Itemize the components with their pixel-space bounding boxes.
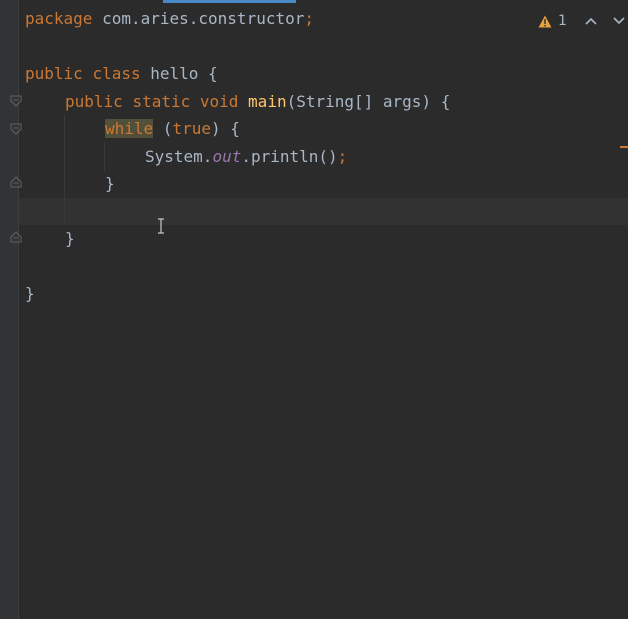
text-cursor-icon (156, 218, 166, 234)
code-line-4: public static void main(String[] args) { (65, 92, 451, 111)
code-line-5: while (true) { (105, 119, 240, 138)
chevron-up-icon[interactable] (585, 17, 597, 25)
error-stripe-marker[interactable] (620, 146, 628, 148)
indent-guide (64, 115, 65, 223)
code-line-1: package com.aries.constructor; (25, 9, 314, 28)
editor-gutter[interactable] (0, 0, 22, 619)
code-line-7: } (105, 174, 115, 193)
code-editor[interactable]: package com.aries.constructor; public cl… (19, 0, 628, 619)
code-line-3: public class hello { (25, 64, 218, 83)
warning-count[interactable]: 1 (558, 13, 567, 29)
inspection-widget[interactable]: 1 (538, 10, 628, 32)
code-line-6: System.out.println(); (145, 147, 348, 166)
chevron-down-icon[interactable] (613, 17, 625, 25)
indent-guide (104, 142, 105, 172)
code-line-9: } (65, 229, 75, 248)
keyword-highlight: while (105, 119, 154, 138)
current-line-highlight (19, 198, 628, 225)
code-line-11: } (25, 284, 35, 303)
warning-triangle-icon[interactable] (538, 15, 552, 28)
